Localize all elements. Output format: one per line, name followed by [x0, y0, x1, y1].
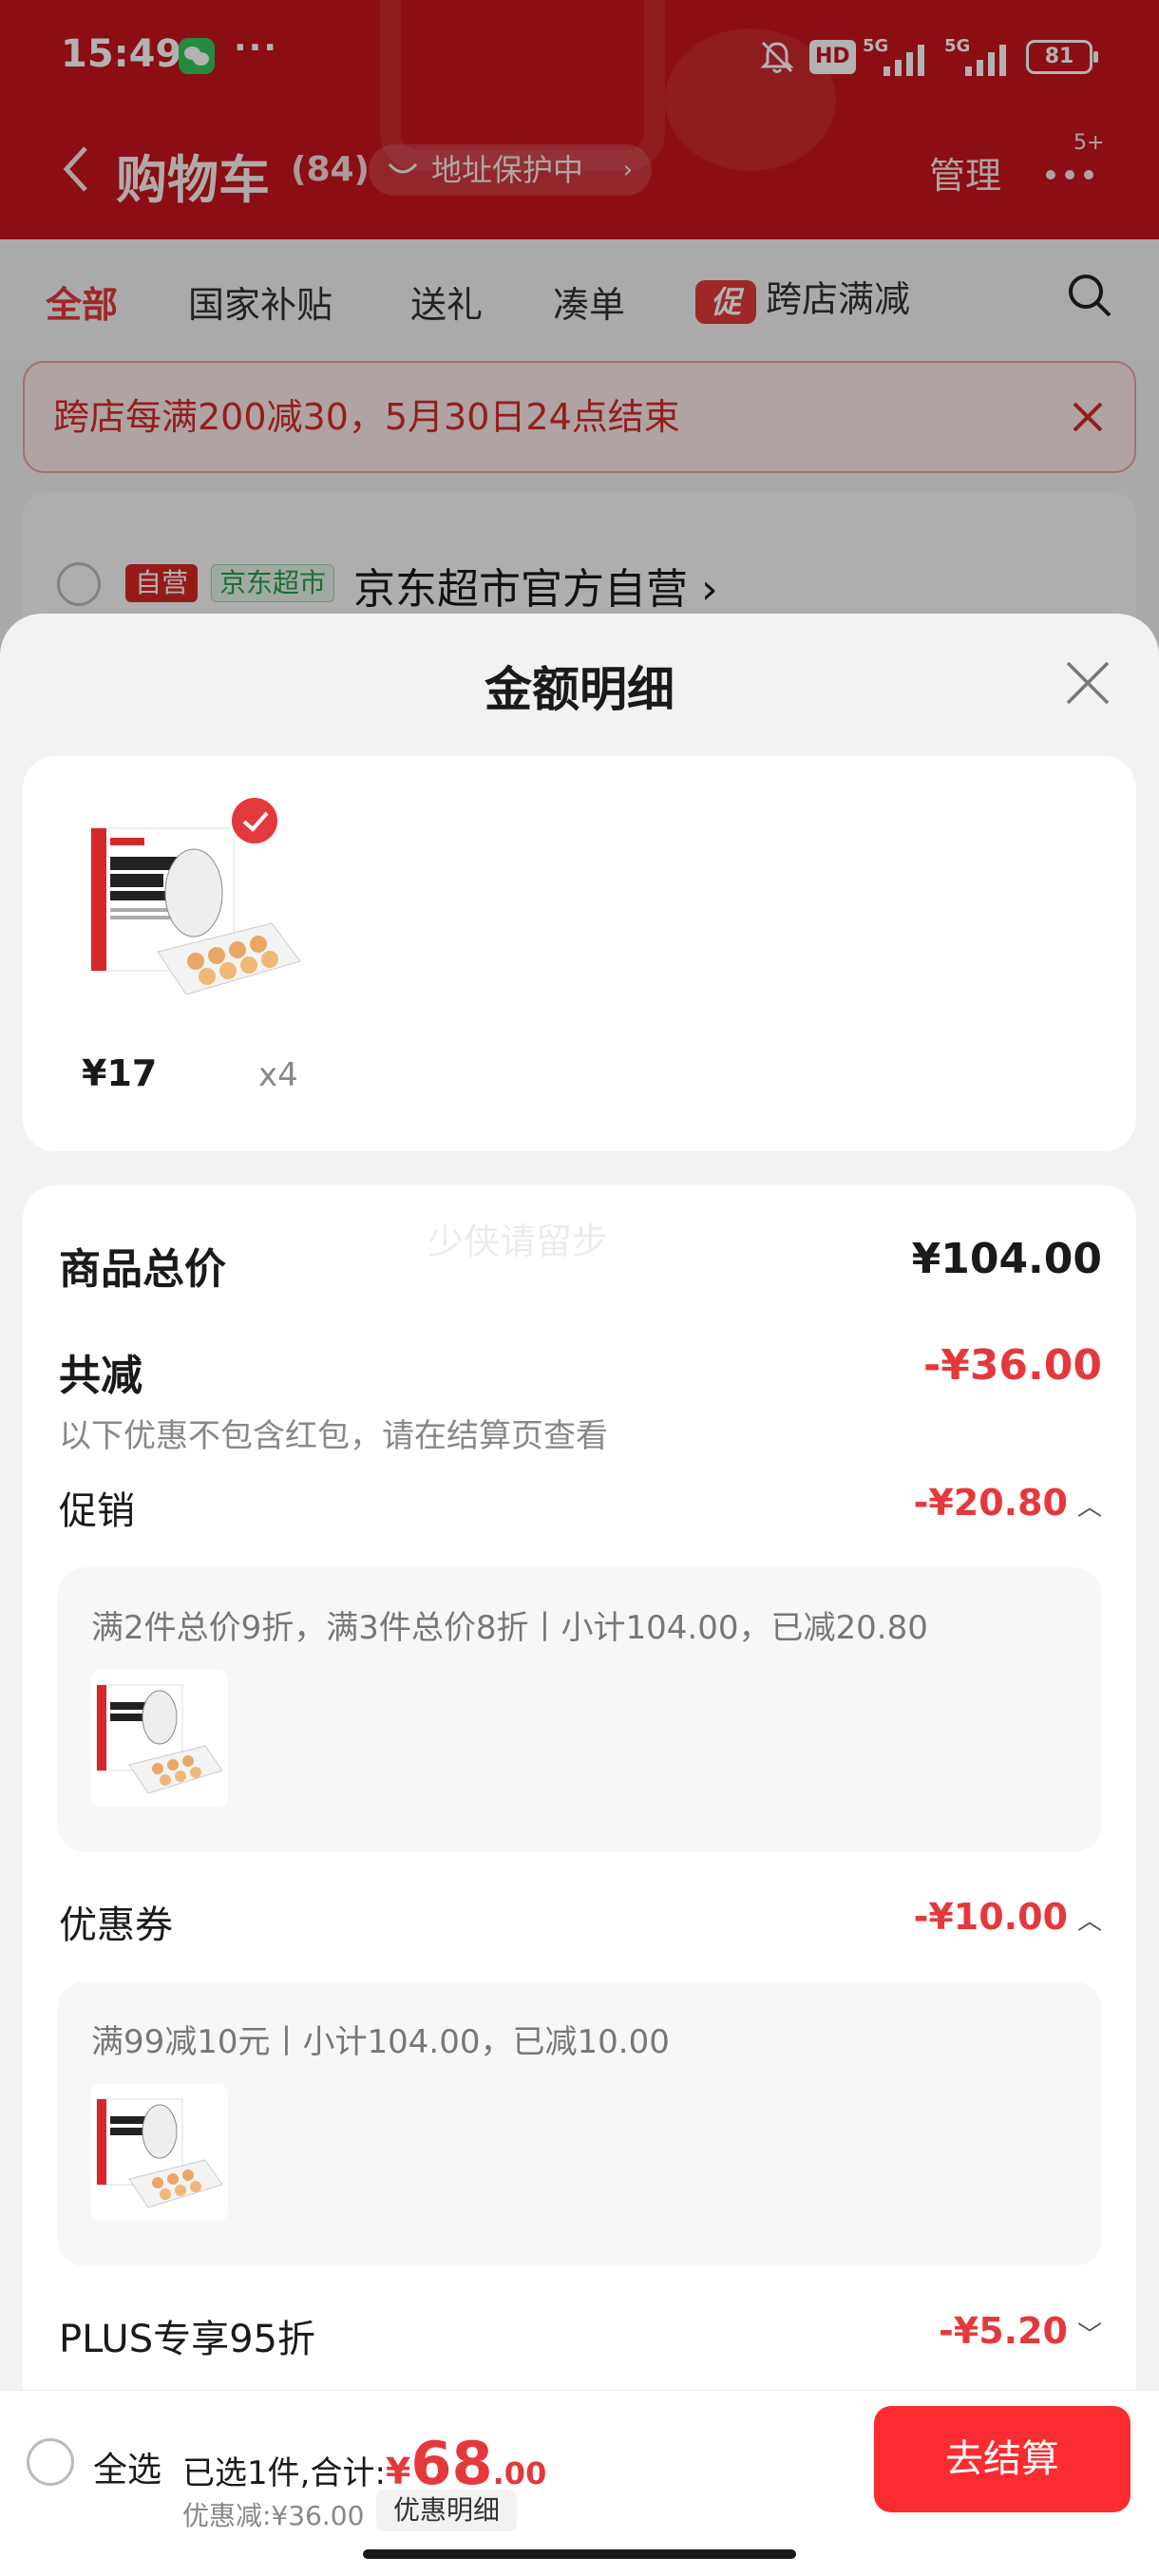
checkout-button[interactable]: 去结算	[874, 2406, 1130, 2512]
amount-detail-sheet: 金额明细 ¥17 x4 商品总价 ¥104.00 共减 -¥36.00 以下优惠…	[0, 614, 1159, 2576]
sheet-title: 金额明细	[484, 662, 674, 717]
total-summary: 已选1件,合计:¥68.00	[182, 2429, 546, 2498]
selected-check-icon	[228, 794, 281, 847]
promotion-value: -¥20.80	[913, 1482, 1068, 1524]
home-indicator[interactable]	[363, 2549, 796, 2559]
watermark-text: 少侠请留步	[428, 1221, 609, 1262]
coupon-desc: 满99减10元丨小计104.00，已减10.00	[91, 2023, 670, 2061]
checkout-bar: 全选 已选1件,合计:¥68.00 优惠减:¥36.00 优惠明细 去结算	[0, 2390, 1159, 2576]
discount-detail-button[interactable]: 优惠明细	[376, 2490, 518, 2531]
coupon-detail-box: 满99减10元丨小计104.00，已减10.00	[57, 1981, 1102, 2266]
coupon-value: -¥10.00	[913, 1896, 1068, 1938]
coupon-label: 优惠券	[59, 1904, 173, 1947]
product-price: ¥17	[82, 1052, 158, 1094]
close-icon[interactable]	[1064, 659, 1112, 707]
discount-summary: 优惠减:¥36.00	[182, 2500, 365, 2531]
chevron-down-icon: ﹀	[1076, 2321, 1102, 2350]
reduce-value: -¥36.00	[922, 1341, 1102, 1390]
promotion-label: 促销	[59, 1489, 135, 1533]
total-value: ¥104.00	[911, 1235, 1102, 1283]
product-quantity: x4	[258, 1056, 298, 1094]
total-amount-int: 68	[410, 2429, 493, 2498]
chevron-up-icon: ︿	[1076, 1493, 1102, 1522]
select-all-label[interactable]: 全选	[93, 2442, 162, 2491]
egg-box-thumbnail	[91, 1670, 228, 1807]
reduce-label: 共减	[59, 1352, 142, 1400]
total-label: 商品总价	[59, 1245, 226, 1294]
reduce-note: 以下优惠不包含红包，请在结算页查看	[59, 1417, 608, 1455]
promotion-detail-box: 满2件总价9折，满3件总价8折丨小计104.00，已减20.80	[57, 1567, 1102, 1852]
plus-value-toggle[interactable]: -¥5.20 ﹀	[939, 2310, 1102, 2352]
product-card: ¥17 x4	[23, 756, 1136, 1151]
coupon-value-toggle[interactable]: -¥10.00 ︿	[914, 1896, 1102, 1938]
select-all-radio[interactable]	[27, 2438, 74, 2486]
egg-box-product-image[interactable]	[82, 809, 310, 1009]
chevron-up-icon: ︿	[1076, 1907, 1102, 1936]
currency-symbol: ¥	[385, 2451, 411, 2492]
plus-discount-label: PLUS专享95折	[59, 2318, 315, 2361]
promotion-desc: 满2件总价9折，满3件总价8折丨小计104.00，已减20.80	[91, 1609, 928, 1647]
total-amount-dec: .00	[492, 2455, 547, 2491]
egg-box-thumbnail	[91, 2084, 228, 2221]
summary-prefix: 已选1件,合计:	[182, 2454, 386, 2492]
promotion-value-toggle[interactable]: -¥20.80 ︿	[914, 1482, 1102, 1524]
amount-breakdown-card: 商品总价 ¥104.00 共减 -¥36.00 以下优惠不包含红包，请在结算页查…	[23, 1185, 1136, 2576]
plus-value: -¥5.20	[939, 2310, 1068, 2352]
